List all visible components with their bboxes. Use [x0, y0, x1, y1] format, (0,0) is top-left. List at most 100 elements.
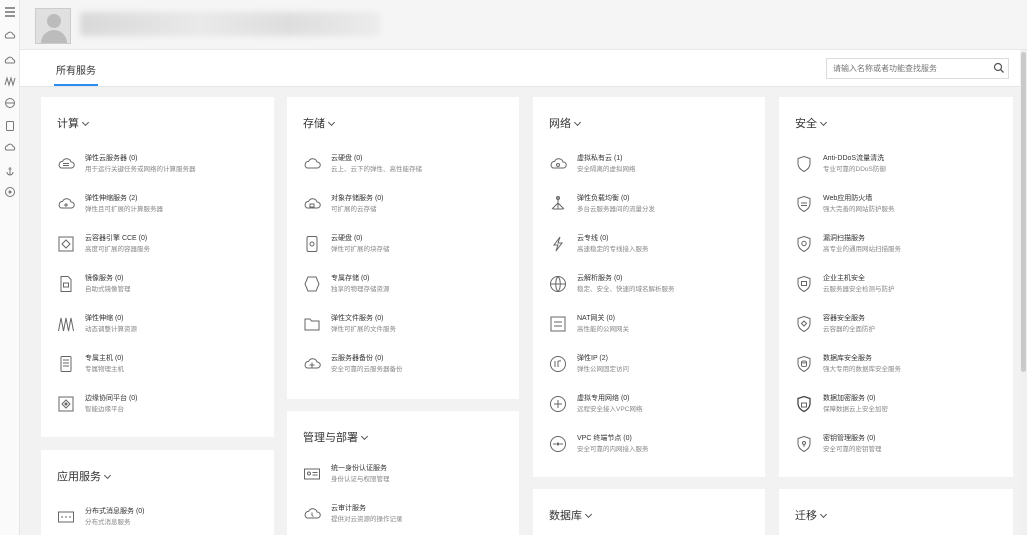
service-item[interactable]: 边缘协同平台 (0) 智能边缘平台: [57, 393, 271, 423]
service-name[interactable]: 对象存储服务 (0): [331, 193, 384, 203]
service-description: 强大专用的数据库安全服务: [823, 366, 901, 373]
cloud-server-icon: [57, 155, 75, 173]
service-item[interactable]: 镜像服务 (0) 自助式镜像管理: [57, 273, 271, 303]
service-name[interactable]: NAT网关 (0): [577, 313, 615, 323]
cloud-scale-icon: [57, 195, 75, 213]
service-name[interactable]: 弹性云服务器 (0): [85, 153, 138, 163]
service-item[interactable]: 企业主机安全 云服务器安全检测与防护: [795, 273, 1009, 303]
service-name[interactable]: 分布式消息服务 (0): [85, 506, 145, 516]
category-title[interactable]: 管理与部署: [303, 429, 369, 445]
service-item[interactable]: Web应用防火墙 强大完善的网站防护服务: [795, 193, 1009, 223]
service-item[interactable]: NAT网关 (0) 高性能的公网网关: [549, 313, 763, 343]
service-name[interactable]: 数据加密服务 (0): [823, 393, 876, 403]
service-name[interactable]: 云硬盘 (0): [331, 233, 363, 243]
service-item[interactable]: 数据库安全服务强大专用的数据库安全服务: [795, 353, 1009, 383]
scroll-thumb[interactable]: [1021, 52, 1026, 372]
service-name[interactable]: 云审计服务: [331, 503, 366, 513]
service-item[interactable]: 虚拟专用网络 (0) 远程安全接入VPC网络: [549, 393, 763, 423]
service-item[interactable]: 弹性IP (2) 弹性公网固定访问: [549, 353, 763, 383]
service-name[interactable]: 专属存储 (0): [331, 273, 370, 283]
vpc-endpoint-icon: [549, 435, 567, 453]
service-name[interactable]: 弹性伸缩服务 (2): [85, 193, 138, 203]
service-item[interactable]: 统一身份认证服务 身份认证与权限管理: [303, 463, 517, 493]
service-item[interactable]: 云硬盘 (0) 云上、云下的弹性、高性能存储: [303, 153, 517, 183]
service-name[interactable]: 统一身份认证服务: [331, 463, 387, 473]
service-item[interactable]: 弹性云服务器 (0) 用于运行关键任务或网络的计算服务器: [57, 153, 271, 183]
storage-nav-icon[interactable]: [4, 54, 16, 66]
category-title[interactable]: 数据库: [549, 507, 593, 523]
service-name[interactable]: 弹性伸缩 (0): [85, 313, 124, 323]
service-name[interactable]: 云专线 (0): [577, 233, 609, 243]
service-name[interactable]: 虚拟私有云 (1): [577, 153, 623, 163]
service-item[interactable]: 容器安全服务 云容器的全面防护: [795, 313, 1009, 343]
backup-icon: [303, 355, 321, 373]
db-security-icon: [795, 355, 813, 373]
service-name[interactable]: 云解析服务 (0): [577, 273, 623, 283]
service-item[interactable]: 云容器引擎 CCE (0) 高度可扩展的容器服务: [57, 233, 271, 263]
service-item[interactable]: 弹性伸缩服务 (2) 弹性且可扩展的计算服务器: [57, 193, 271, 223]
search-icon[interactable]: [992, 61, 1006, 75]
service-item[interactable]: 云专线 (0) 高速稳定的专线接入服务: [549, 233, 763, 263]
service-item[interactable]: 虚拟私有云 (1) 安全隔离的虚拟网络: [549, 153, 763, 183]
service-name[interactable]: 弹性IP (2): [577, 353, 608, 363]
service-name[interactable]: 企业主机安全: [823, 273, 865, 283]
chevron-down-icon: [103, 471, 112, 480]
cloud-nav-icon[interactable]: [4, 142, 16, 154]
service-item[interactable]: 云服务器备份 (0) 安全可靠的云服务器备份: [303, 353, 517, 383]
service-name[interactable]: 虚拟专用网络 (0): [577, 393, 630, 403]
service-item[interactable]: 数据加密服务 (0) 保障数据云上安全加密: [795, 393, 1009, 423]
autoscale-nav-icon[interactable]: [4, 75, 16, 87]
cloud-server-nav-icon[interactable]: [4, 30, 16, 42]
network-nav-icon[interactable]: [4, 97, 16, 109]
service-name[interactable]: 密钥管理服务 (0): [823, 433, 876, 443]
firewall-shield-icon: [795, 195, 813, 213]
service-name[interactable]: VPC 终端节点 (0): [577, 433, 632, 443]
service-name[interactable]: 云硬盘 (0): [331, 153, 363, 163]
service-name[interactable]: 数据库安全服务: [823, 353, 872, 363]
service-name[interactable]: 边缘协同平台 (0): [85, 393, 138, 403]
category-title[interactable]: 应用服务: [57, 468, 112, 484]
feedback-nav-icon[interactable]: [4, 186, 16, 198]
service-item[interactable]: 云硬盘 (0) 弹性可扩展的块存储: [303, 233, 517, 263]
search-input[interactable]: [826, 58, 1009, 79]
service-item[interactable]: 云审计服务 提供对云资源的操作记录: [303, 503, 517, 533]
page-scrollbar[interactable]: [1020, 50, 1027, 535]
service-name[interactable]: 漏洞扫描服务: [823, 233, 865, 243]
service-name[interactable]: 容器安全服务: [823, 313, 865, 323]
service-item[interactable]: 分布式消息服务 (0) 分布式消息服务: [57, 506, 271, 535]
service-description: 弹性公网固定访问: [577, 366, 629, 373]
service-item[interactable]: 弹性伸缩 (0) 动态调整计算资源: [57, 313, 271, 343]
service-name[interactable]: 云服务器备份 (0): [331, 353, 384, 363]
left-nav: [0, 0, 20, 535]
service-name[interactable]: Web应用防火墙: [823, 193, 872, 203]
anchor-nav-icon[interactable]: [4, 165, 16, 177]
service-item[interactable]: 弹性负载均衡 (0) 多台云服务器间的流量分发: [549, 193, 763, 223]
service-item[interactable]: 专属存储 (0) 独享的物理存储资源: [303, 273, 517, 303]
service-name[interactable]: 镜像服务 (0): [85, 273, 124, 283]
identity-icon: [303, 465, 321, 483]
service-name[interactable]: 弹性文件服务 (0): [331, 313, 384, 323]
tab-all-services[interactable]: 所有服务: [56, 62, 96, 77]
category-title[interactable]: 网络: [549, 115, 582, 131]
service-name[interactable]: 专属主机 (0): [85, 353, 124, 363]
service-name[interactable]: 弹性负载均衡 (0): [577, 193, 630, 203]
host-security-icon: [795, 275, 813, 293]
service-item[interactable]: VPC 终端节点 (0) 安全可靠的内网接入服务: [549, 433, 763, 463]
service-item[interactable]: 对象存储服务 (0) 可扩展的云存储: [303, 193, 517, 223]
service-name[interactable]: 云容器引擎 CCE (0): [85, 233, 147, 243]
service-item[interactable]: 漏洞扫描服务 高专业的通用网站扫描服务: [795, 233, 1009, 263]
service-item[interactable]: 弹性文件服务 (0) 弹性可扩展的文件服务: [303, 313, 517, 343]
service-item[interactable]: Anti-DDoS流量清洗 专业可靠的DDoS防御: [795, 153, 1009, 183]
category-title[interactable]: 计算: [57, 115, 90, 131]
autoscale-icon: [57, 315, 75, 333]
category-title[interactable]: 安全: [795, 115, 828, 131]
disk-nav-icon[interactable]: [4, 120, 16, 132]
category-title[interactable]: 迁移: [795, 507, 828, 523]
avatar[interactable]: [35, 8, 71, 44]
service-item[interactable]: 云解析服务 (0) 稳定、安全、快速的域名解析服务: [549, 273, 763, 303]
service-item[interactable]: 密钥管理服务 (0) 安全可靠的密钥管理: [795, 433, 1009, 463]
service-name[interactable]: Anti-DDoS流量清洗: [823, 153, 884, 163]
service-item[interactable]: 专属主机 (0) 专属物理主机: [57, 353, 271, 383]
category-title[interactable]: 存储: [303, 115, 336, 131]
menu-icon[interactable]: [4, 6, 16, 18]
